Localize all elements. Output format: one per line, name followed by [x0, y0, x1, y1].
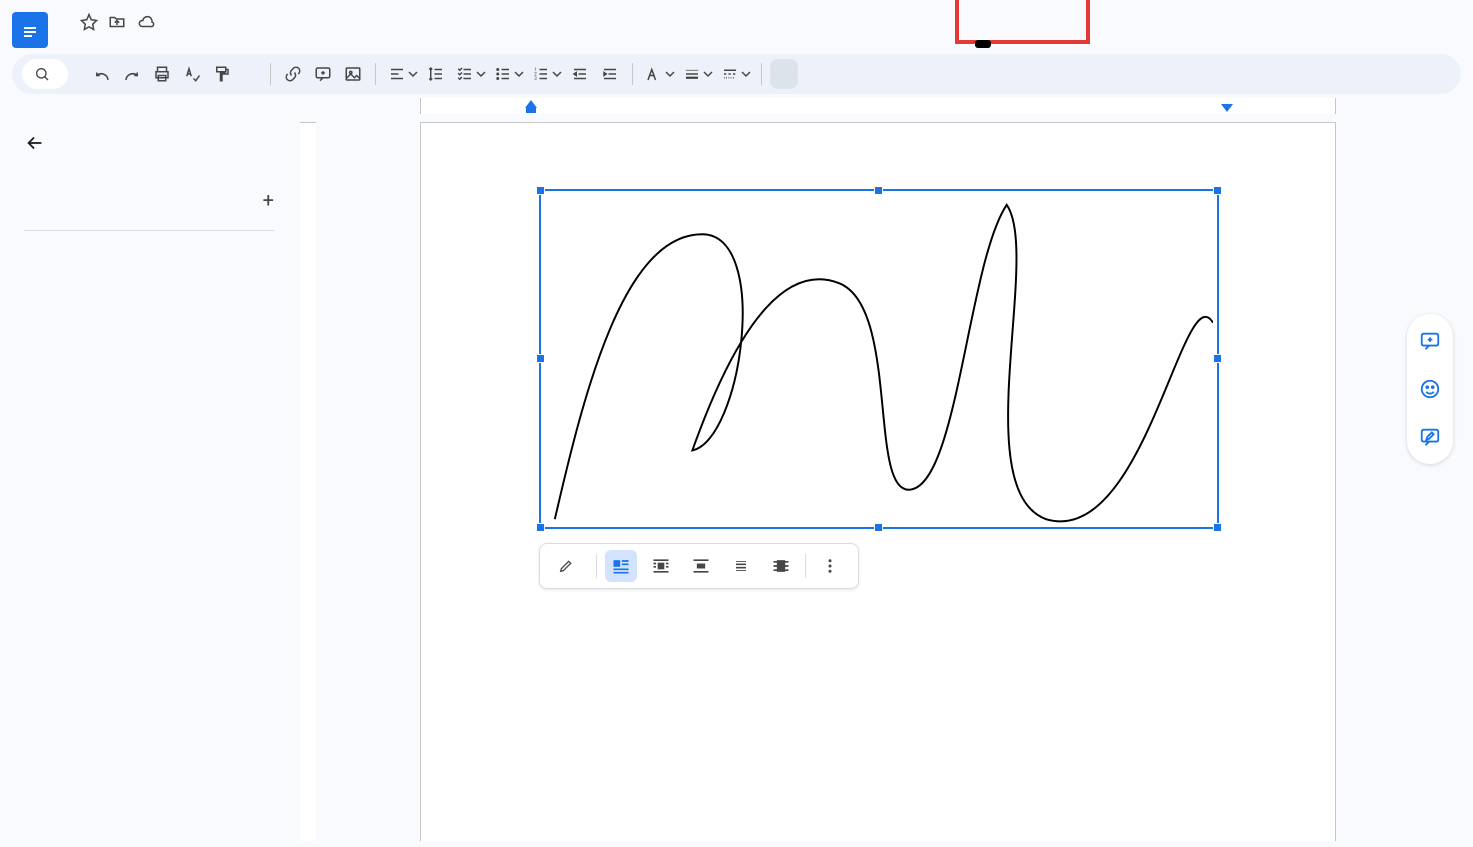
document-title[interactable] [58, 20, 70, 24]
bulleted-list-button[interactable] [490, 59, 526, 89]
wrap-text-button[interactable] [645, 550, 677, 582]
insert-image-button[interactable] [339, 59, 367, 89]
undo-button[interactable] [88, 59, 116, 89]
right-action-rail [1407, 314, 1453, 464]
search-menus-chip[interactable] [22, 59, 68, 89]
insert-link-button[interactable] [279, 59, 307, 89]
menu-help[interactable] [184, 38, 200, 46]
resize-handle-e[interactable] [1213, 354, 1222, 363]
border-dash-button[interactable] [717, 59, 753, 89]
image-inline-toolbar [539, 543, 859, 589]
redo-button[interactable] [118, 59, 146, 89]
decrease-indent-button[interactable] [566, 59, 594, 89]
menu-edit[interactable] [76, 38, 92, 46]
front-text-button[interactable] [765, 550, 797, 582]
menu-format[interactable] [130, 38, 146, 46]
edit-image-button[interactable] [552, 558, 588, 574]
signature-drawing [545, 195, 1213, 529]
paint-format-button[interactable] [208, 59, 236, 89]
move-icon[interactable] [108, 13, 126, 31]
border-color-button[interactable] [641, 59, 677, 89]
line-spacing-button[interactable] [422, 59, 450, 89]
cloud-status-icon[interactable] [136, 13, 156, 31]
add-comment-button[interactable] [309, 59, 337, 89]
svg-text:3: 3 [534, 76, 537, 82]
numbered-list-button[interactable]: 123 [528, 59, 564, 89]
menu-file[interactable] [58, 38, 74, 46]
menu-view[interactable] [94, 38, 110, 46]
selected-image[interactable] [539, 189, 1219, 529]
horizontal-ruler[interactable] [0, 98, 1473, 114]
image-options-tooltip [975, 40, 991, 48]
menu-tools[interactable] [148, 38, 164, 46]
docs-app-icon[interactable] [12, 12, 48, 48]
menu-insert[interactable] [112, 38, 128, 46]
checklist-button[interactable] [452, 59, 488, 89]
resize-handle-n[interactable] [874, 186, 883, 195]
align-button[interactable] [384, 59, 420, 89]
wrap-inline-button[interactable] [605, 550, 637, 582]
suggest-edits-rail-button[interactable] [1413, 420, 1447, 454]
print-button[interactable] [148, 59, 176, 89]
resize-handle-nw[interactable] [536, 186, 545, 195]
vertical-ruler[interactable] [300, 114, 316, 841]
main-toolbar: 123 [12, 54, 1461, 94]
behind-text-button[interactable] [725, 550, 757, 582]
star-icon[interactable] [80, 13, 98, 31]
resize-handle-s[interactable] [874, 523, 883, 532]
add-comment-rail-button[interactable] [1413, 324, 1447, 358]
resize-handle-se[interactable] [1213, 523, 1222, 532]
increase-indent-button[interactable] [596, 59, 624, 89]
resize-handle-w[interactable] [536, 354, 545, 363]
outline-back-button[interactable] [24, 132, 276, 158]
image-options-button[interactable] [770, 59, 798, 89]
pencil-icon [558, 558, 574, 574]
right-indent-marker[interactable] [1221, 104, 1233, 112]
spellcheck-button[interactable] [178, 59, 206, 89]
resize-handle-sw[interactable] [536, 523, 545, 532]
left-indent-marker[interactable] [525, 100, 537, 108]
search-icon [34, 66, 50, 82]
more-options-button[interactable] [814, 550, 846, 582]
border-weight-button[interactable] [679, 59, 715, 89]
menu-extensions[interactable] [166, 38, 182, 46]
break-text-button[interactable] [685, 550, 717, 582]
add-emoji-rail-button[interactable] [1413, 372, 1447, 406]
resize-handle-ne[interactable] [1213, 186, 1222, 195]
add-summary-button[interactable]: + [263, 188, 274, 212]
document-page[interactable]: LO [420, 122, 1336, 841]
